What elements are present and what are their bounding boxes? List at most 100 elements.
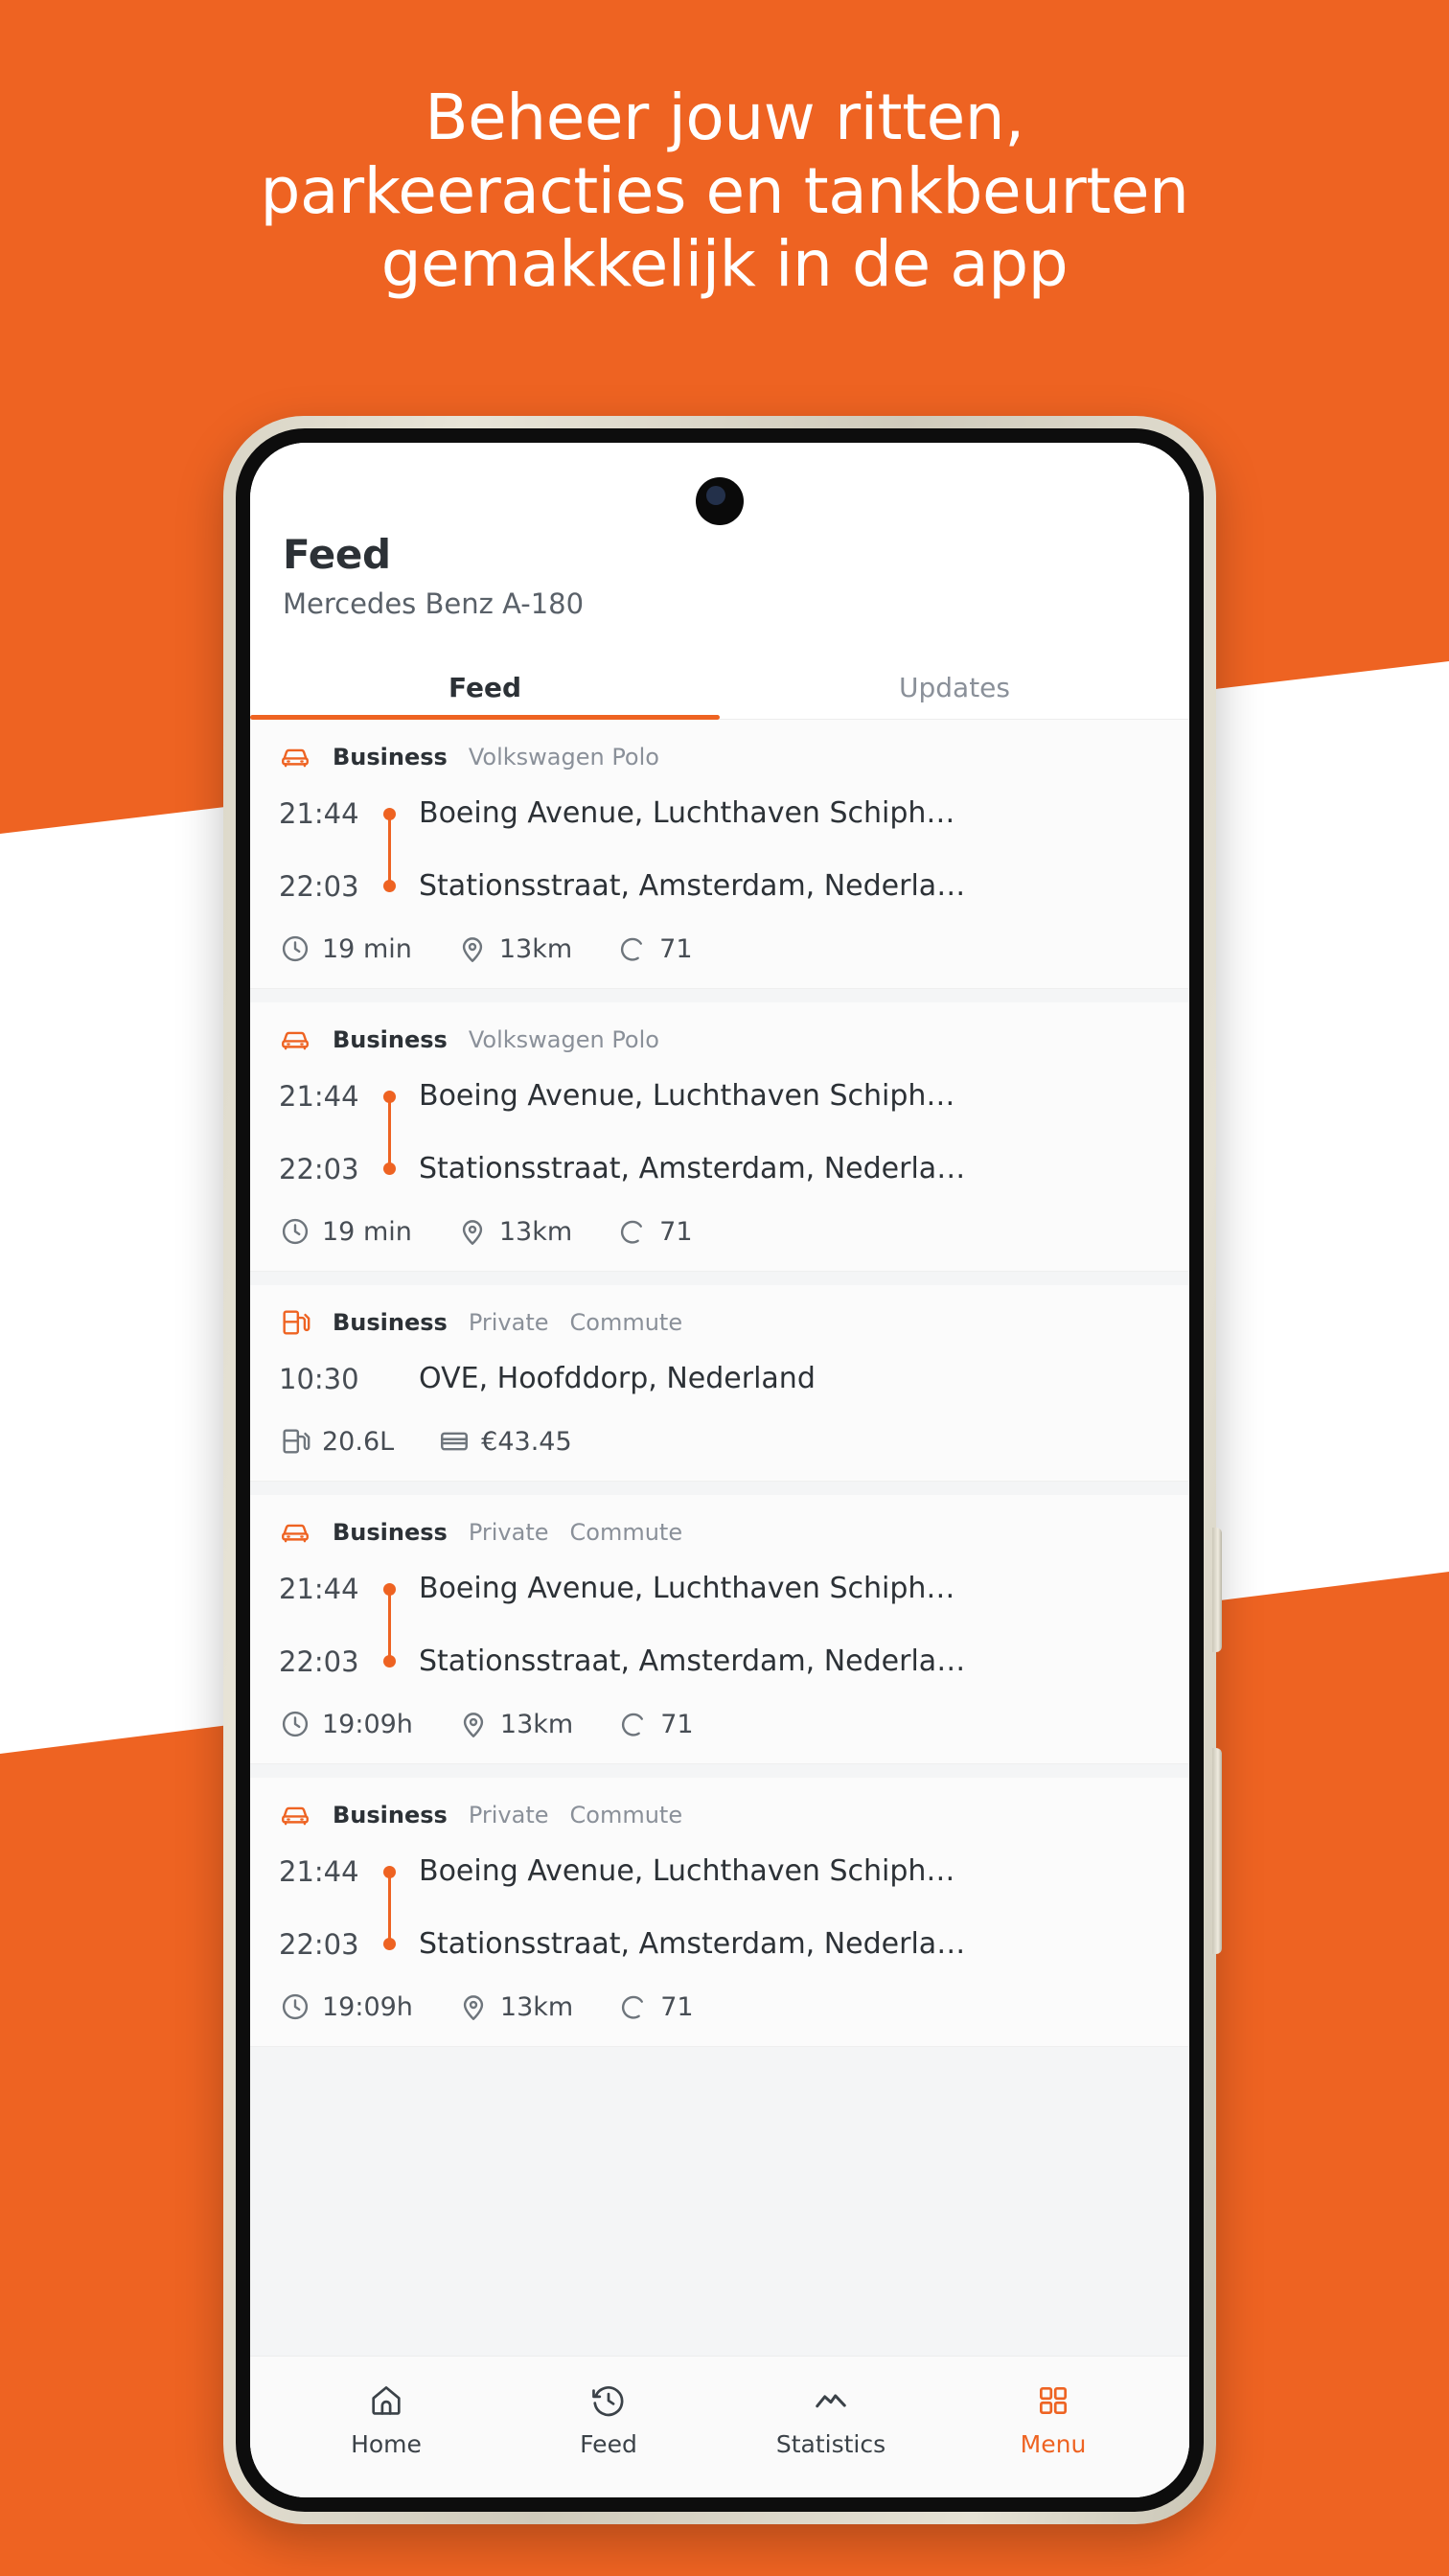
card-stat-value: 19 min: [322, 1216, 412, 1247]
card-stat: 13km: [456, 932, 572, 965]
feed-card[interactable]: Business Private Commute 21:44 22:03 Boeing A…: [250, 1778, 1189, 2047]
tab-bar: Feed Updates: [250, 655, 1189, 720]
trip-route: 21:44 22:03 Boeing Avenue, Luchthaven Schi…: [279, 1071, 1161, 1194]
card-tag-row: Business Private Commute: [279, 1306, 1161, 1339]
card-icon: [438, 1425, 471, 1458]
tab-feed-label: Feed: [448, 672, 521, 703]
feed-list[interactable]: Business Volkswagen Polo 21:44 22:03 Boeing …: [250, 720, 1189, 2470]
tab-updates-label: Updates: [899, 672, 1010, 703]
card-tag: Business: [333, 1309, 448, 1336]
card-tag: Commute: [569, 1519, 683, 1546]
card-stat: 71: [617, 1990, 694, 2023]
card-stat-value: 13km: [499, 1709, 574, 1739]
card-stat-value: 13km: [498, 933, 573, 964]
card-stat: 19:09h: [279, 1990, 413, 2023]
feed-card[interactable]: Business Volkswagen Polo 21:44 22:03 Boeing …: [250, 720, 1189, 989]
chart-line-icon: [813, 2382, 849, 2419]
headline-line-3: gemakkelijk in de app: [380, 227, 1069, 302]
card-tag-row: Business Volkswagen Polo: [279, 1024, 1161, 1056]
clock-icon: [279, 1708, 311, 1740]
trip-end-time: 22:03: [279, 1928, 359, 1961]
nav-item-label: Home: [351, 2430, 422, 2458]
card-tag: Volkswagen Polo: [468, 1026, 659, 1053]
marketing-headline: Beheer jouw ritten, parkeeracties en tan…: [0, 80, 1449, 302]
card-tag: Private: [468, 1802, 549, 1828]
pin-icon: [457, 1990, 490, 2023]
card-stat-value: 71: [659, 1216, 693, 1247]
nav-item-feed[interactable]: Feed: [497, 2382, 720, 2458]
tab-feed[interactable]: Feed: [250, 655, 720, 720]
feed-card[interactable]: Business Private Commute 10:30 OVE, Hoofddor…: [250, 1285, 1189, 1482]
grid-icon: [1035, 2382, 1071, 2419]
card-stat: 19 min: [279, 932, 412, 965]
nav-item-label: Menu: [1020, 2430, 1087, 2458]
trip-start-time: 21:44: [279, 1080, 359, 1113]
nav-item-menu[interactable]: Menu: [942, 2382, 1164, 2458]
pin-icon: [456, 1215, 489, 1248]
trip-start-time: 21:44: [279, 797, 359, 830]
card-tag-row: Business Volkswagen Polo: [279, 741, 1161, 773]
trip-start-address: Boeing Avenue, Luchthaven Schiph…: [419, 796, 955, 830]
card-tag: Private: [468, 1519, 549, 1546]
fuel-location-row: 10:30 OVE, Hoofddorp, Nederland: [279, 1354, 1161, 1404]
headline-line-2: parkeeracties en tankbeurten: [260, 153, 1189, 228]
card-stat: 19:09h: [279, 1708, 413, 1740]
tab-updates[interactable]: Updates: [720, 655, 1189, 719]
trip-end-address: Stationsstraat, Amsterdam, Nederla…: [419, 869, 966, 903]
car-icon: [279, 741, 311, 773]
card-tag-row: Business Private Commute: [279, 1799, 1161, 1831]
trip-start-time: 21:44: [279, 1855, 359, 1888]
card-stat: 71: [616, 932, 693, 965]
card-stat: 13km: [456, 1215, 572, 1248]
card-stat-value: 71: [659, 933, 693, 964]
card-stat-value: 19 min: [322, 933, 412, 964]
home-icon: [368, 2382, 404, 2419]
bottom-navigation: Home Feed Statistics Menu: [250, 2356, 1189, 2497]
card-tag: Business: [333, 1026, 448, 1053]
card-tag-row: Business Private Commute: [279, 1516, 1161, 1549]
trip-times: 21:44 22:03: [279, 1564, 375, 1687]
card-stat-value: 13km: [499, 1991, 574, 2022]
card-stats-row: 19 min 13km 71: [279, 1215, 1161, 1248]
feed-card[interactable]: Business Volkswagen Polo 21:44 22:03 Boeing …: [250, 1002, 1189, 1272]
trip-end-address: Stationsstraat, Amsterdam, Nederla…: [419, 1644, 966, 1678]
card-tag: Private: [468, 1309, 549, 1336]
card-stats-row: 19:09h 13km 71: [279, 1990, 1161, 2023]
trip-addresses: Boeing Avenue, Luchthaven Schiph… Station…: [403, 789, 1161, 911]
route-connector-icon: [375, 789, 403, 911]
trip-addresses: Boeing Avenue, Luchthaven Schiph… Station…: [403, 1071, 1161, 1194]
card-stat: 13km: [457, 1990, 573, 2023]
card-tag: Business: [333, 1802, 448, 1828]
card-stat: €43.45: [438, 1425, 572, 1458]
card-stat-value: 13km: [498, 1216, 573, 1247]
card-tag: Commute: [569, 1802, 683, 1828]
trip-addresses: Boeing Avenue, Luchthaven Schiph… Station…: [403, 1847, 1161, 1969]
moon-icon: [616, 1215, 649, 1248]
vehicle-subtitle: Mercedes Benz A-180: [283, 587, 585, 620]
clock-icon: [279, 932, 311, 965]
moon-icon: [617, 1990, 650, 2023]
card-stat-value: 71: [660, 1991, 694, 2022]
trip-route: 21:44 22:03 Boeing Avenue, Luchthaven Schi…: [279, 1847, 1161, 1969]
nav-item-statistics[interactable]: Statistics: [720, 2382, 942, 2458]
phone-screen: Feed Mercedes Benz A-180 Feed Updates Bu…: [250, 443, 1189, 2497]
phone-volume-button[interactable]: [1212, 1528, 1222, 1652]
card-tag: Business: [333, 744, 448, 770]
fuel-time: 10:30: [279, 1363, 359, 1395]
pin-icon: [457, 1708, 490, 1740]
card-stat-value: 19:09h: [322, 1991, 413, 2022]
phone-power-button[interactable]: [1212, 1748, 1222, 1954]
phone-bezel: Feed Mercedes Benz A-180 Feed Updates Bu…: [236, 428, 1204, 2512]
fuel-icon: [279, 1425, 311, 1458]
trip-times: 21:44 22:03: [279, 789, 375, 911]
nav-item-home[interactable]: Home: [275, 2382, 497, 2458]
trip-start-address: Boeing Avenue, Luchthaven Schiph…: [419, 1572, 955, 1605]
route-connector-icon: [375, 1071, 403, 1194]
moon-icon: [616, 932, 649, 965]
headline-line-1: Beheer jouw ritten,: [425, 80, 1024, 154]
card-stat-value: 20.6L: [322, 1426, 395, 1457]
card-stat-value: 19:09h: [322, 1709, 413, 1739]
feed-card[interactable]: Business Private Commute 21:44 22:03 Boeing A…: [250, 1495, 1189, 1764]
clock-icon: [279, 1990, 311, 2023]
card-tag: Business: [333, 1519, 448, 1546]
